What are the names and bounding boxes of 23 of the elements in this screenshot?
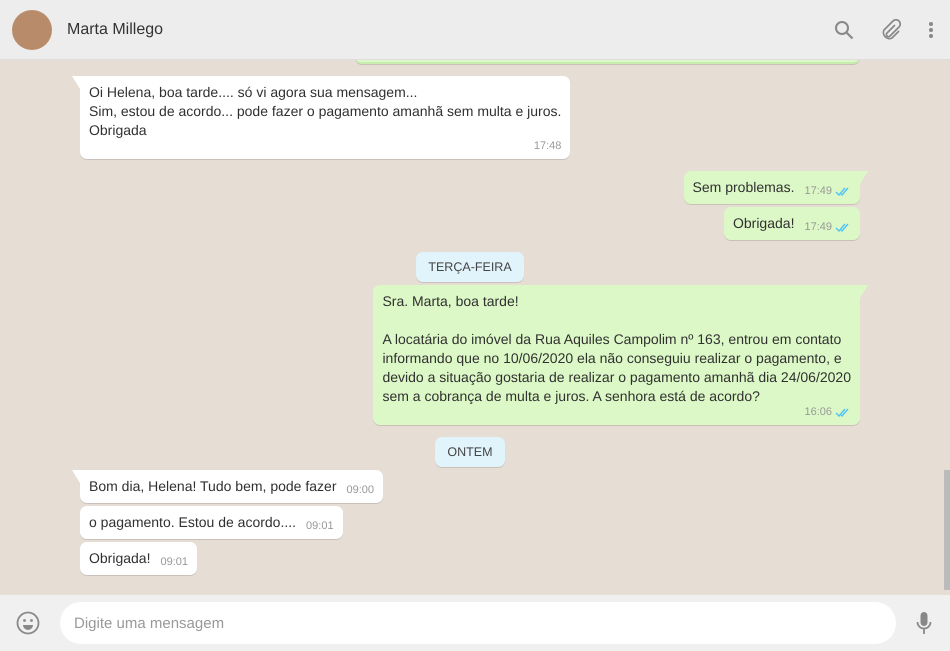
scrollbar[interactable] (944, 470, 950, 590)
message-time: 17:48 (534, 139, 562, 154)
contact-name: Marta Millego (67, 20, 164, 38)
message-time: 17:49 (804, 220, 832, 235)
avatar[interactable] (12, 10, 52, 50)
smiley-icon[interactable] (16, 611, 40, 635)
message-text: Bom dia, Helena! Tudo bem, pode fazer (89, 477, 336, 496)
message-text: o pagamento. Estou de acordo.... (89, 513, 296, 532)
search-icon[interactable] (834, 20, 854, 40)
message-text: Oi Helena, boa tarde.... só vi agora sua mensagem... Sim, estou de acordo... pode fazer o pagamento amanhã sem multa e juros. Obrigada (89, 83, 562, 140)
paperclip-icon[interactable] (880, 18, 902, 40)
message-text: Sem problemas. (692, 178, 794, 197)
message-time: 16:06 (804, 405, 832, 420)
microphone-icon[interactable] (916, 611, 932, 635)
message-input[interactable]: Digite uma mensagem (60, 602, 896, 644)
menu-icon[interactable] (928, 20, 934, 38)
message-text: Sra. Marta, boa tarde! A locatária do imóvel da Rua Aquiles Campolim nº 163, entrou em contato informando que no 10/06/2020 ela não conseguiu realizar o pagamento, e devido a situação gostaria de realizar o pagamento amanhã dia 24/06/2020 sem a cobrança de multa e juros. A senhora está de acordo? (382, 292, 851, 406)
message-text: Obrigada! (89, 549, 150, 568)
message-time: 09:00 (346, 483, 374, 498)
message-time: 09:01 (306, 519, 334, 534)
message-time: 17:49 (804, 184, 832, 199)
message-text: Obrigada! (732, 214, 794, 233)
message-time: 09:01 (160, 555, 188, 570)
